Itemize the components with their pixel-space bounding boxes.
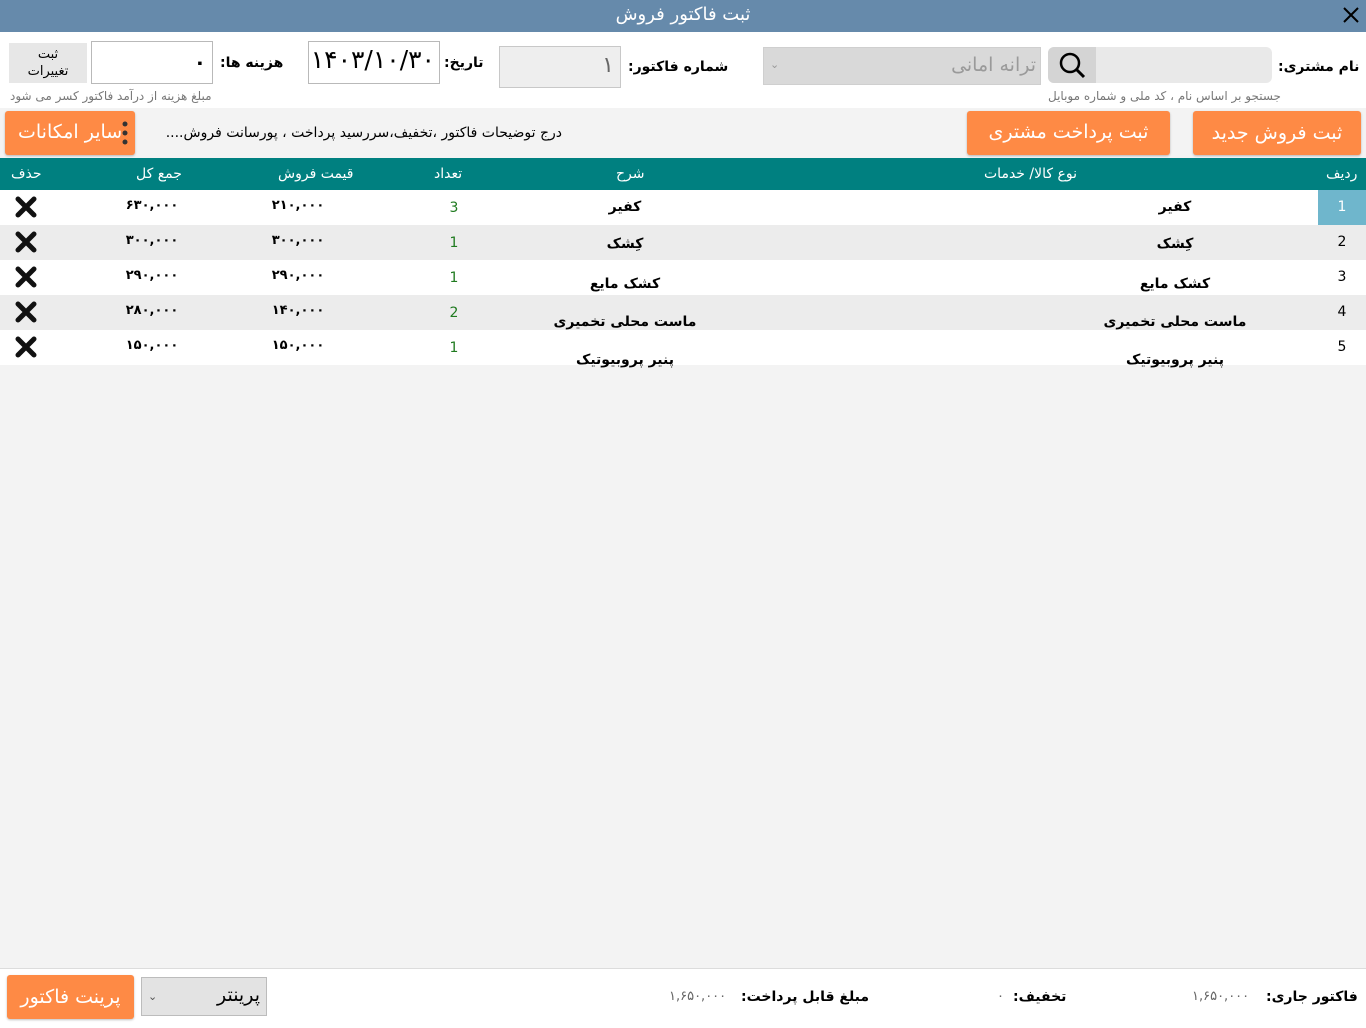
row-description: کِشک [606, 236, 644, 252]
row-total: ۲۹۰,۰۰۰ [125, 268, 179, 283]
current-invoice-value: ۱,۶۵۰,۰۰۰ [1192, 989, 1250, 1004]
row-quantity[interactable]: 1 [440, 270, 468, 286]
table-row[interactable]: 2 کِشک کِشک 1 ۳۰۰,۰۰۰ ۳۰۰,۰۰۰ [0, 225, 1366, 260]
invoice-description-link[interactable]: درج توضیحات فاکتور ،تخفیف،سررسید پرداخت … [140, 125, 562, 141]
table-row[interactable]: 1 کفیر کفیر 3 ۲۱۰,۰۰۰ ۶۳۰,۰۰۰ [0, 190, 1366, 225]
header-sale-price: قیمت فروش [278, 166, 354, 182]
customer-search-hint: جستجو بر اساس نام ، کد ملی و شماره موبای… [1048, 89, 1281, 103]
row-description: کشک مایع [589, 276, 661, 292]
delete-icon[interactable] [12, 193, 40, 221]
header-quantity: تعداد [434, 166, 463, 182]
delete-icon[interactable] [12, 333, 40, 361]
row-quantity[interactable]: 1 [440, 340, 468, 356]
row-sale-price[interactable]: ۲۹۰,۰۰۰ [262, 268, 334, 283]
chevron-down-icon: ⌄ [770, 58, 780, 71]
customer-label: نام مشتری: [1278, 59, 1360, 75]
delete-icon[interactable] [12, 228, 40, 256]
more-options-label: سایر امکانات [18, 121, 123, 143]
row-total: ۶۳۰,۰۰۰ [125, 198, 179, 213]
title-bar: ثبت فاکتور فروش [0, 0, 1366, 32]
customer-search-box [1048, 47, 1272, 83]
header-row-number: ردیف [1326, 166, 1358, 182]
row-item-type: کفیر [1158, 199, 1192, 215]
items-table-header: ردیف نوع کالا/ خدمات شرح تعداد قیمت فروش… [0, 158, 1366, 190]
cost-value: ۰ [193, 50, 206, 74]
row-total: ۳۰۰,۰۰۰ [125, 233, 179, 248]
discount-value: ۰ [997, 989, 1004, 1004]
save-changes-line1: ثبت [37, 47, 59, 62]
header-description: شرح [616, 166, 645, 182]
new-sale-button[interactable]: ثبت فروش جدید [1193, 111, 1361, 155]
window-title: ثبت فاکتور فروش [615, 4, 751, 25]
row-quantity[interactable]: 2 [440, 305, 468, 321]
date-label: تاریخ: [444, 55, 484, 71]
customer-select[interactable]: ترانه امانی ⌄ [763, 47, 1041, 85]
row-sale-price[interactable]: ۲۱۰,۰۰۰ [262, 198, 334, 213]
print-invoice-button[interactable]: پرینت فاکتور [7, 975, 134, 1019]
more-options-button[interactable]: سایر امکانات [5, 111, 135, 155]
row-description: ماست محلی تخمیری [553, 314, 697, 330]
invoice-number-field[interactable]: ۱ [499, 46, 621, 88]
row-number: 4 [1337, 304, 1347, 320]
current-invoice-label: فاکتور جاری: [1266, 989, 1358, 1005]
cost-hint: مبلغ هزینه از درآمد فاکتور کسر می شود [10, 89, 212, 103]
header-item-type: نوع کالا/ خدمات [984, 166, 1077, 182]
row-number: 5 [1337, 339, 1347, 355]
save-changes-line2: تغییرات [27, 64, 69, 79]
date-field[interactable]: ۱۴۰۳/۱۰/۳۰ [308, 41, 440, 84]
invoice-number-label: شماره فاکتور: [628, 59, 729, 75]
customer-payment-button[interactable]: ثبت پرداخت مشتری [967, 111, 1170, 155]
invoice-form: نام مشتری: جستجو بر اساس نام ، کد ملی و … [0, 32, 1366, 108]
delete-icon[interactable] [12, 298, 40, 326]
customer-select-value: ترانه امانی [951, 54, 1036, 76]
table-row[interactable]: 4 ماست محلی تخمیری ماست محلی تخمیری 2 ۱۴… [0, 295, 1366, 330]
close-icon[interactable] [1338, 2, 1364, 28]
discount-label: تخفیف: [1013, 989, 1067, 1005]
save-changes-button[interactable]: ثبت تغییرات [9, 43, 87, 83]
more-vertical-icon [122, 120, 128, 146]
row-description: پنیر پروبیوتیک [576, 352, 674, 368]
delete-icon[interactable] [12, 263, 40, 291]
row-sale-price[interactable]: ۳۰۰,۰۰۰ [262, 233, 334, 248]
payable-amount-value: ۱,۶۵۰,۰۰۰ [669, 989, 727, 1004]
row-quantity[interactable]: 1 [440, 235, 468, 251]
row-sale-price[interactable]: ۱۵۰,۰۰۰ [262, 338, 334, 353]
row-sale-price[interactable]: ۱۴۰,۰۰۰ [262, 303, 334, 318]
table-row[interactable]: 5 پنیر پروبیوتیک پنیر پروبیوتیک 1 ۱۵۰,۰۰… [0, 330, 1366, 368]
cost-label: هزینه ها: [220, 55, 284, 71]
invoice-number-value: ۱ [602, 53, 614, 78]
row-total: ۲۸۰,۰۰۰ [125, 303, 179, 318]
row-item-type: کشک مایع [1139, 276, 1211, 292]
table-row[interactable]: 3 کشک مایع کشک مایع 1 ۲۹۰,۰۰۰ ۲۹۰,۰۰۰ [0, 260, 1366, 295]
row-item-type: کِشک [1156, 236, 1194, 252]
header-delete: حذف [11, 166, 42, 182]
row-total: ۱۵۰,۰۰۰ [125, 338, 179, 353]
customer-search-input[interactable] [1098, 51, 1266, 79]
row-number: 3 [1337, 269, 1347, 285]
printer-select[interactable]: پرینتر ⌄ [141, 977, 267, 1016]
row-description: کفیر [608, 199, 642, 215]
payable-amount-label: مبلغ قابل پرداخت: [741, 989, 870, 1005]
row-item-type: ماست محلی تخمیری [1103, 314, 1247, 330]
search-icon [1059, 52, 1086, 79]
chevron-down-icon: ⌄ [148, 990, 158, 1003]
printer-select-value: پرینتر [216, 984, 260, 1006]
row-number: 1 [1318, 190, 1366, 225]
cost-field[interactable]: ۰ [91, 41, 213, 84]
row-number: 2 [1337, 234, 1347, 250]
header-total: جمع کل [136, 166, 182, 182]
row-item-type: پنیر پروبیوتیک [1126, 352, 1224, 368]
customer-search-button[interactable] [1048, 47, 1096, 83]
row-quantity[interactable]: 3 [440, 200, 468, 216]
